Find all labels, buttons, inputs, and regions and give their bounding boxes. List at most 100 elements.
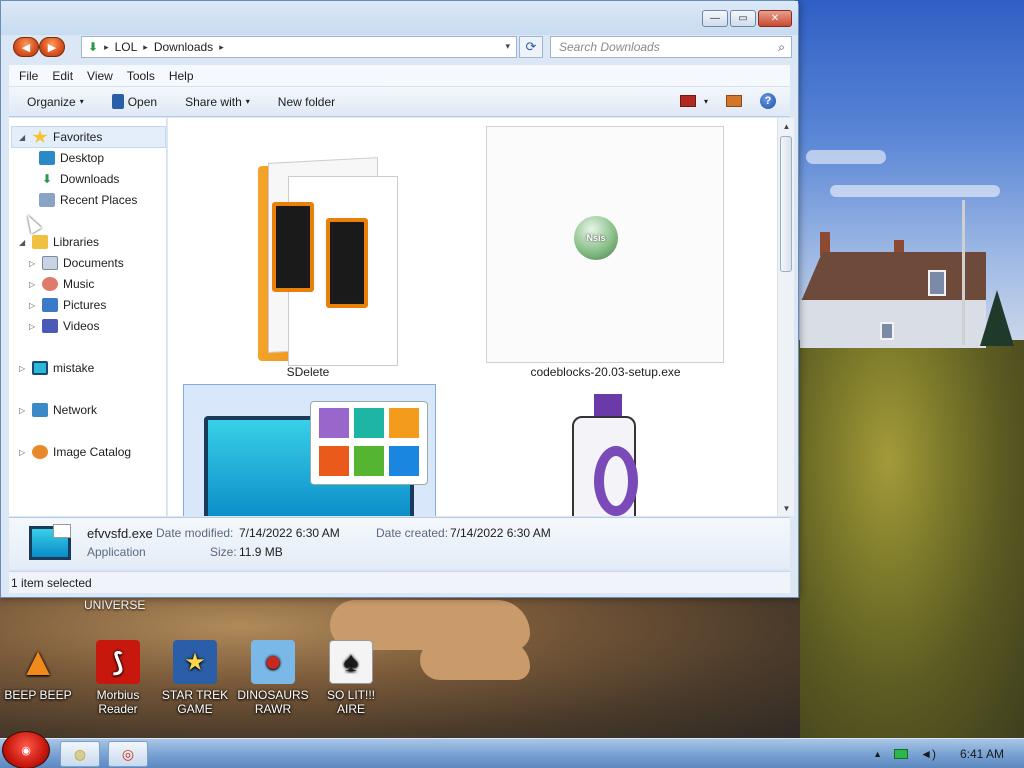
help-icon[interactable]: ? bbox=[760, 93, 776, 109]
address-row: ◀ ▶ ⬇ ▸ LOL ▸ Downloads ▸ ▾ ⟳ Search Dow… bbox=[1, 35, 798, 59]
menu-file[interactable]: File bbox=[19, 69, 38, 83]
angry-bird-icon: ● bbox=[251, 640, 295, 684]
tile-green bbox=[354, 445, 384, 476]
desktop-icon-dinosaurs-rawr[interactable]: ● DINOSAURS RAWR bbox=[235, 640, 311, 716]
share-with-button[interactable]: Share with ▾ bbox=[185, 95, 250, 109]
nav-favorites[interactable]: ◢ Favorites bbox=[19, 127, 102, 147]
taskbar-explorer-button[interactable]: ◍ bbox=[60, 741, 100, 767]
nsis-installer-icon: Nsis bbox=[574, 216, 618, 260]
taskbar-chrome-button[interactable]: ◎ bbox=[108, 741, 148, 767]
expand-arrow-icon[interactable]: ▷ bbox=[19, 406, 27, 415]
desktop-icon-beep-beep[interactable]: ▲ BEEP BEEP bbox=[0, 639, 76, 703]
image-catalog-icon bbox=[32, 445, 48, 459]
desktop-icon-so-lit-aire[interactable]: ♠ SO LIT!!! AIRE bbox=[313, 640, 389, 716]
view-controls: ▾ ? bbox=[679, 93, 776, 109]
nav-desktop[interactable]: Desktop bbox=[39, 148, 104, 168]
system-tray: ▲ ◄) 6:41 AM bbox=[873, 739, 1024, 768]
folder-icon bbox=[210, 136, 398, 366]
breadcrumb-chevron-icon[interactable]: ▸ bbox=[219, 42, 224, 53]
breadcrumb-lol[interactable]: LOL bbox=[115, 40, 138, 54]
menu-edit[interactable]: Edit bbox=[52, 69, 73, 83]
search-input[interactable]: Search Downloads ⌕ bbox=[550, 36, 792, 58]
breadcrumb-downloads[interactable]: Downloads bbox=[154, 40, 213, 54]
breadcrumb-chevron-icon[interactable]: ▸ bbox=[104, 42, 109, 53]
solitaire-card-icon: ♠ bbox=[329, 640, 373, 684]
menu-view[interactable]: View bbox=[87, 69, 113, 83]
desktop-icon bbox=[39, 151, 55, 165]
app-tiles-icon bbox=[53, 524, 71, 538]
star-icon bbox=[32, 130, 48, 143]
scroll-up-icon[interactable]: ▲ bbox=[778, 118, 795, 134]
nav-pictures[interactable]: ▷ Pictures bbox=[29, 295, 106, 315]
power-icon[interactable] bbox=[894, 749, 909, 759]
nav-libraries[interactable]: ◢ Libraries bbox=[19, 232, 99, 252]
breadcrumb-chevron-icon[interactable]: ▸ bbox=[143, 42, 148, 53]
nav-computer[interactable]: ▷ mistake bbox=[19, 358, 94, 378]
network-icon bbox=[32, 403, 48, 417]
minimize-button[interactable]: — bbox=[702, 10, 728, 27]
forward-button[interactable]: ▶ bbox=[39, 37, 65, 57]
wallpaper-grass bbox=[798, 340, 1024, 738]
expand-arrow-icon[interactable]: ▷ bbox=[19, 364, 27, 373]
menu-tools[interactable]: Tools bbox=[127, 69, 155, 83]
chevron-down-icon: ▾ bbox=[79, 97, 84, 106]
open-button[interactable]: Open bbox=[111, 94, 157, 109]
nav-recent-places[interactable]: Recent Places bbox=[39, 190, 137, 210]
address-history-dropdown-icon[interactable]: ▾ bbox=[505, 41, 510, 52]
pdf-reader-icon: ⟆ bbox=[96, 640, 140, 684]
chevron-down-icon: ▾ bbox=[245, 97, 250, 106]
desktop-icon-star-trek-game[interactable]: ★ STAR TREK GAME bbox=[157, 640, 233, 716]
nav-network[interactable]: ▷ Network bbox=[19, 400, 97, 420]
share-with-label: Share with bbox=[185, 94, 242, 109]
close-button[interactable]: ✕ bbox=[758, 10, 792, 27]
menu-help[interactable]: Help bbox=[169, 69, 194, 83]
nav-downloads[interactable]: ⬇ Downloads bbox=[39, 169, 119, 189]
expand-arrow-icon[interactable]: ▷ bbox=[29, 280, 37, 289]
back-button[interactable]: ◀ bbox=[13, 37, 39, 57]
file-item-sdelete[interactable]: SDelete bbox=[168, 118, 448, 383]
details-size-label: Size: bbox=[210, 545, 237, 559]
refresh-button[interactable]: ⟳ bbox=[519, 36, 543, 58]
expand-arrow-icon[interactable]: ▷ bbox=[19, 448, 27, 457]
nav-music[interactable]: ▷ Music bbox=[29, 274, 94, 294]
nav-label: Recent Places bbox=[60, 193, 138, 207]
expand-arrow-icon[interactable]: ▷ bbox=[29, 322, 37, 331]
preview-pane-icon[interactable] bbox=[726, 95, 742, 107]
nav-image-catalog[interactable]: ▷ Image Catalog bbox=[19, 442, 131, 462]
desktop-icon-label: Morbius Reader bbox=[96, 688, 140, 716]
expand-arrow-icon[interactable]: ▷ bbox=[29, 301, 37, 310]
volume-icon[interactable]: ◄) bbox=[920, 747, 936, 761]
details-modified-value: 7/14/2022 6:30 AM bbox=[239, 526, 340, 540]
app-tiles-icon bbox=[310, 401, 428, 485]
nav-documents[interactable]: ▷ Documents bbox=[29, 253, 124, 273]
scroll-thumb[interactable] bbox=[780, 136, 792, 272]
expand-arrow-icon[interactable]: ▷ bbox=[29, 259, 37, 268]
change-view-button[interactable]: ▾ bbox=[679, 95, 708, 107]
vertical-scrollbar[interactable]: ▲ ▼ bbox=[777, 118, 794, 516]
organize-button[interactable]: Organize ▾ bbox=[27, 95, 84, 109]
nav-videos[interactable]: ▷ Videos bbox=[29, 316, 99, 336]
maximize-button[interactable]: ▭ bbox=[730, 10, 756, 27]
title-bar[interactable]: — ▭ ✕ bbox=[1, 1, 798, 35]
details-created-value: 7/14/2022 6:30 AM bbox=[450, 526, 551, 540]
file-item-codeblocks[interactable]: Nsis codeblocks-20.03-setup.exe bbox=[478, 118, 733, 383]
clock[interactable]: 6:41 AM bbox=[960, 747, 1004, 761]
desktop-icon-morbius-reader[interactable]: ⟆ Morbius Reader bbox=[80, 640, 156, 716]
expand-arrow-icon[interactable]: ◢ bbox=[19, 133, 27, 142]
nav-label: mistake bbox=[53, 361, 95, 375]
show-hidden-icons-icon[interactable]: ▲ bbox=[873, 749, 882, 759]
wallpaper-rock bbox=[420, 640, 530, 680]
vlc-cone-icon: ▲ bbox=[18, 639, 58, 684]
window-controls: — ▭ ✕ bbox=[702, 10, 792, 27]
tile-teal bbox=[354, 408, 384, 438]
new-folder-button[interactable]: New folder bbox=[278, 95, 335, 109]
file-name: codeblocks-20.03-setup.exe bbox=[530, 365, 681, 379]
videos-icon bbox=[42, 319, 58, 333]
search-icon[interactable]: ⌕ bbox=[778, 40, 785, 55]
file-item-marker[interactable] bbox=[548, 390, 658, 516]
scroll-down-icon[interactable]: ▼ bbox=[778, 500, 795, 516]
address-bar[interactable]: ⬇ ▸ LOL ▸ Downloads ▸ ▾ bbox=[81, 36, 517, 58]
expand-arrow-icon[interactable]: ◢ bbox=[19, 238, 27, 247]
wallpaper-cloud bbox=[830, 185, 1000, 197]
start-button[interactable]: ◉ bbox=[2, 731, 50, 768]
